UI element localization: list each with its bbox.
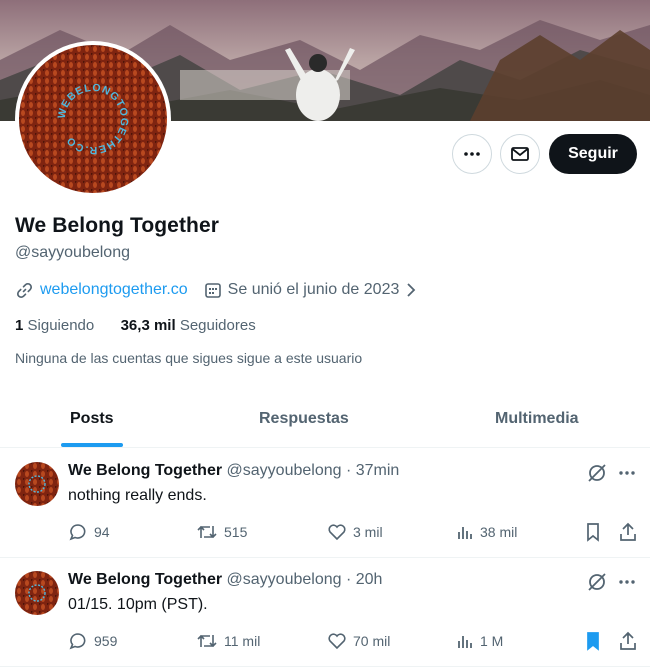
post-author-handle[interactable]: @sayyoubelong — [227, 571, 342, 588]
repost-icon — [197, 634, 217, 648]
follow-stats: 1 Siguiendo 36,3 mil Seguidores — [15, 317, 256, 334]
reply-count: 94 — [94, 524, 110, 540]
profile-avatar[interactable]: WEBELONGTOGETHER.CO — [15, 41, 171, 197]
post-text: nothing really ends. — [68, 487, 207, 504]
heart-icon — [328, 633, 346, 650]
bookmark-icon[interactable] — [583, 522, 603, 542]
view-count: 1 M — [480, 633, 504, 649]
post-more-icon[interactable] — [616, 462, 638, 484]
bookmark-filled-icon[interactable] — [583, 631, 603, 651]
views-icon — [458, 527, 472, 539]
follow-button[interactable]: Seguir — [549, 134, 637, 174]
grok-icon[interactable] — [586, 462, 608, 484]
post-author-name[interactable]: We Belong Together — [68, 462, 222, 479]
repost-button[interactable]: 515 — [196, 521, 247, 543]
more-options-button[interactable] — [452, 134, 492, 174]
website-link[interactable]: webelongtogether.co — [40, 281, 188, 299]
like-button[interactable]: 70 mil — [327, 630, 390, 652]
post-actions: 94 515 3 mil 38 mil — [68, 521, 640, 543]
reply-button[interactable]: 959 — [68, 630, 117, 652]
post-more-icon[interactable] — [616, 571, 638, 593]
avatar-image: WEBELONGTOGETHER.CO — [19, 45, 167, 193]
share-icon[interactable] — [618, 631, 638, 651]
profile-handle: @sayyoubelong — [15, 244, 130, 261]
repost-icon — [197, 525, 217, 539]
reply-icon — [69, 633, 86, 650]
more-icon — [464, 152, 480, 156]
reply-icon — [69, 524, 86, 541]
chevron-right-icon[interactable] — [403, 282, 419, 298]
tab-media[interactable]: Multimedia — [495, 410, 579, 428]
post-time[interactable]: 37min — [356, 462, 400, 479]
view-count: 38 mil — [480, 524, 518, 540]
post-time[interactable]: 20h — [356, 571, 383, 588]
following-stat[interactable]: 1 Siguiendo — [15, 317, 94, 334]
post-item[interactable]: We Belong Together @sayyoubelong · 20h 0… — [0, 558, 650, 667]
like-count: 3 mil — [353, 524, 383, 540]
reply-count: 959 — [94, 633, 118, 649]
envelope-icon — [511, 147, 529, 161]
tab-replies[interactable]: Respuestas — [259, 410, 349, 428]
repost-count: 515 — [224, 524, 248, 540]
reply-button[interactable]: 94 — [68, 521, 110, 543]
grok-icon[interactable] — [586, 571, 608, 593]
calendar-icon — [204, 283, 221, 298]
post-avatar[interactable] — [15, 571, 59, 615]
post-header: We Belong Together @sayyoubelong · 37min — [68, 462, 400, 479]
active-tab-indicator — [61, 443, 123, 447]
like-count: 70 mil — [353, 633, 391, 649]
post-actions: 959 11 mil 70 mil 1 M — [68, 630, 640, 652]
views-icon — [458, 636, 472, 648]
repost-button[interactable]: 11 mil — [196, 630, 260, 652]
post-author-handle[interactable]: @sayyoubelong — [227, 462, 342, 479]
heart-icon — [328, 524, 346, 541]
profile-meta: webelongtogether.co Se unió el junio de … — [15, 279, 419, 301]
profile-name: We Belong Together — [15, 214, 220, 237]
views-button[interactable]: 38 mil — [456, 521, 517, 543]
post-avatar[interactable] — [15, 462, 59, 506]
post-header: We Belong Together @sayyoubelong · 20h — [68, 571, 383, 588]
profile-tabs: Posts Respuestas Multimedia — [0, 390, 650, 448]
post-item[interactable]: We Belong Together @sayyoubelong · 37min… — [0, 449, 650, 558]
followers-stat[interactable]: 36,3 mil Seguidores — [121, 317, 256, 334]
like-button[interactable]: 3 mil — [327, 521, 383, 543]
message-button[interactable] — [500, 134, 540, 174]
joined-date: Se unió el junio de 2023 — [227, 281, 400, 298]
share-icon[interactable] — [618, 522, 638, 542]
mutual-followers-note: Ninguna de las cuentas que sigues sigue … — [15, 350, 363, 366]
post-author-name[interactable]: We Belong Together — [68, 571, 222, 588]
tab-posts[interactable]: Posts — [70, 410, 114, 428]
views-button[interactable]: 1 M — [456, 630, 503, 652]
post-text: 01/15. 10pm (PST). — [68, 596, 208, 613]
repost-count: 11 mil — [224, 633, 261, 649]
link-icon — [16, 282, 33, 298]
